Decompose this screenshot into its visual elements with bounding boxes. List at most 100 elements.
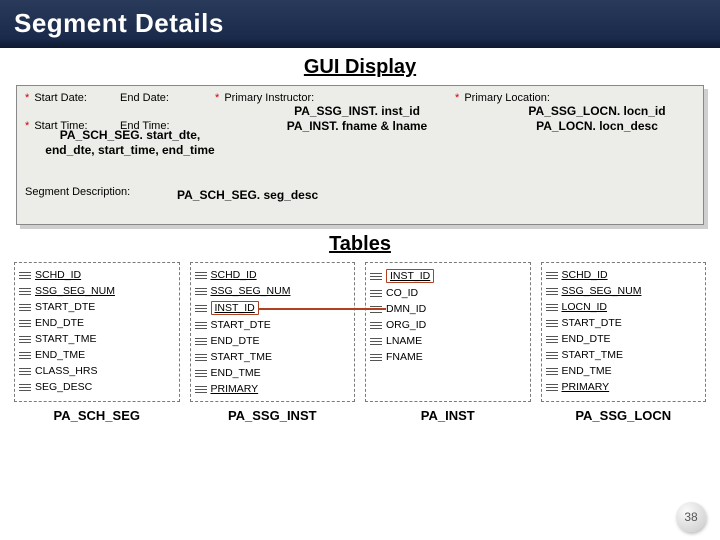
annotation-location: PA_SSG_LOCN. locn_id PA_LOCN. locn_desc bbox=[497, 104, 697, 134]
required-icon: * bbox=[215, 92, 219, 104]
table-column: INST_ID bbox=[370, 267, 526, 285]
annotation-text: PA_SSG_INST. inst_id bbox=[257, 104, 457, 119]
table-column: CLASS_HRS bbox=[19, 363, 175, 379]
column-name: END_TME bbox=[562, 365, 612, 377]
label-end-date: End Date: bbox=[120, 92, 190, 104]
column-icon bbox=[19, 366, 31, 376]
required-icon: * bbox=[25, 92, 29, 104]
label-primary-instructor: Primary Instructor: bbox=[224, 92, 314, 104]
column-name: FNAME bbox=[386, 351, 423, 363]
column-name: END_DTE bbox=[211, 335, 260, 347]
column-name: CLASS_HRS bbox=[35, 365, 97, 377]
column-icon bbox=[19, 302, 31, 312]
table-column: END_DTE bbox=[546, 331, 702, 347]
column-icon bbox=[19, 318, 31, 328]
table-column: END_DTE bbox=[195, 333, 351, 349]
column-name: PRIMARY bbox=[211, 383, 259, 395]
column-icon bbox=[546, 286, 558, 296]
column-icon bbox=[546, 334, 558, 344]
annotation-instructor: PA_SSG_INST. inst_id PA_INST. fname & ln… bbox=[257, 104, 457, 134]
column-icon bbox=[195, 303, 207, 313]
annotation-segdesc: PA_SCH_SEG. seg_desc bbox=[177, 188, 318, 202]
column-icon bbox=[195, 352, 207, 362]
column-name: SSG_SEG_NUM bbox=[35, 285, 115, 297]
annotation-text: PA_LOCN. locn_desc bbox=[497, 119, 697, 134]
table-caption: PA_INST bbox=[365, 408, 531, 423]
table-column: SSG_SEG_NUM bbox=[195, 283, 351, 299]
column-name: LNAME bbox=[386, 335, 422, 347]
tables-wrap: SCHD_ID SSG_SEG_NUM START_DTE END_DTE START_… bbox=[0, 262, 720, 402]
section-heading-tables: Tables bbox=[0, 233, 720, 256]
table-column: SEG_DESC bbox=[19, 379, 175, 395]
column-icon bbox=[19, 382, 31, 392]
annotation-schseg: PA_SCH_SEG. start_dte, end_dte, start_ti… bbox=[35, 128, 225, 158]
title-bar: Segment Details bbox=[0, 0, 720, 48]
relationship-connector bbox=[259, 308, 386, 310]
column-name: SEG_DESC bbox=[35, 381, 92, 393]
column-icon bbox=[370, 352, 382, 362]
table-column: ORG_ID bbox=[370, 317, 526, 333]
column-icon bbox=[195, 270, 207, 280]
slide-number: 38 bbox=[684, 510, 697, 524]
column-icon bbox=[546, 382, 558, 392]
table-column: DMN_ID bbox=[370, 301, 526, 317]
column-icon bbox=[195, 336, 207, 346]
table-column: SCHD_ID bbox=[546, 267, 702, 283]
column-icon bbox=[546, 366, 558, 376]
column-name: START_TME bbox=[211, 351, 272, 363]
table-column: PRIMARY bbox=[546, 379, 702, 395]
table-column: LNAME bbox=[370, 333, 526, 349]
field-start-date: * Start Date: bbox=[25, 92, 120, 104]
page-title: Segment Details bbox=[14, 8, 224, 38]
table-column: SSG_SEG_NUM bbox=[546, 283, 702, 299]
column-name: LOCN_ID bbox=[562, 301, 608, 313]
column-name: END_DTE bbox=[562, 333, 611, 345]
label-segment-description: Segment Description: bbox=[25, 186, 130, 198]
table-column: SSG_SEG_NUM bbox=[19, 283, 175, 299]
captions-row: PA_SCH_SEGPA_SSG_INSTPA_INSTPA_SSG_LOCN bbox=[0, 408, 720, 423]
column-name: SCHD_ID bbox=[562, 269, 608, 281]
column-name: START_TME bbox=[35, 333, 96, 345]
table-caption: PA_SSG_LOCN bbox=[541, 408, 707, 423]
table-box: SCHD_ID SSG_SEG_NUM LOCN_ID START_DTE END_DT… bbox=[541, 262, 707, 402]
table-column: START_TME bbox=[19, 331, 175, 347]
table-caption: PA_SSG_INST bbox=[190, 408, 356, 423]
column-icon bbox=[19, 270, 31, 280]
column-name: END_DTE bbox=[35, 317, 84, 329]
column-icon bbox=[546, 302, 558, 312]
column-icon bbox=[195, 384, 207, 394]
column-name: START_DTE bbox=[562, 317, 622, 329]
column-icon bbox=[546, 350, 558, 360]
slide-number-badge: 38 bbox=[676, 502, 706, 532]
table-column: START_DTE bbox=[546, 315, 702, 331]
column-icon bbox=[19, 350, 31, 360]
required-icon: * bbox=[455, 92, 459, 104]
table-column: CO_ID bbox=[370, 285, 526, 301]
table-columns: INST_ID CO_ID DMN_ID ORG_ID LNAME FNAME bbox=[370, 267, 526, 365]
column-name: ORG_ID bbox=[386, 319, 426, 331]
column-name: CO_ID bbox=[386, 287, 418, 299]
gui-row-1: * Start Date: End Date: * Primary Instru… bbox=[17, 86, 703, 104]
column-name: START_DTE bbox=[211, 319, 271, 331]
column-icon bbox=[370, 271, 382, 281]
table-column: START_TME bbox=[195, 349, 351, 365]
column-name: SCHD_ID bbox=[35, 269, 81, 281]
table-column: PRIMARY bbox=[195, 381, 351, 397]
column-name: SSG_SEG_NUM bbox=[211, 285, 291, 297]
table-columns: SCHD_IDSSG_SEG_NUMINST_IDSTART_DTEEND_DT… bbox=[195, 267, 351, 397]
table-column: START_DTE bbox=[19, 299, 175, 315]
table-column: END_DTE bbox=[19, 315, 175, 331]
column-name: INST_ID bbox=[386, 269, 434, 283]
field-primary-instructor: * Primary Instructor: bbox=[215, 92, 455, 104]
column-icon bbox=[370, 320, 382, 330]
table-column: FNAME bbox=[370, 349, 526, 365]
table-column: END_TME bbox=[19, 347, 175, 363]
column-icon bbox=[370, 288, 382, 298]
table-column: END_TME bbox=[195, 365, 351, 381]
column-icon bbox=[546, 270, 558, 280]
table-box: SCHD_IDSSG_SEG_NUMINST_IDSTART_DTEEND_DT… bbox=[190, 262, 356, 402]
column-icon bbox=[19, 286, 31, 296]
column-icon bbox=[195, 320, 207, 330]
section-heading-gui: GUI Display bbox=[0, 56, 720, 79]
column-icon bbox=[195, 286, 207, 296]
